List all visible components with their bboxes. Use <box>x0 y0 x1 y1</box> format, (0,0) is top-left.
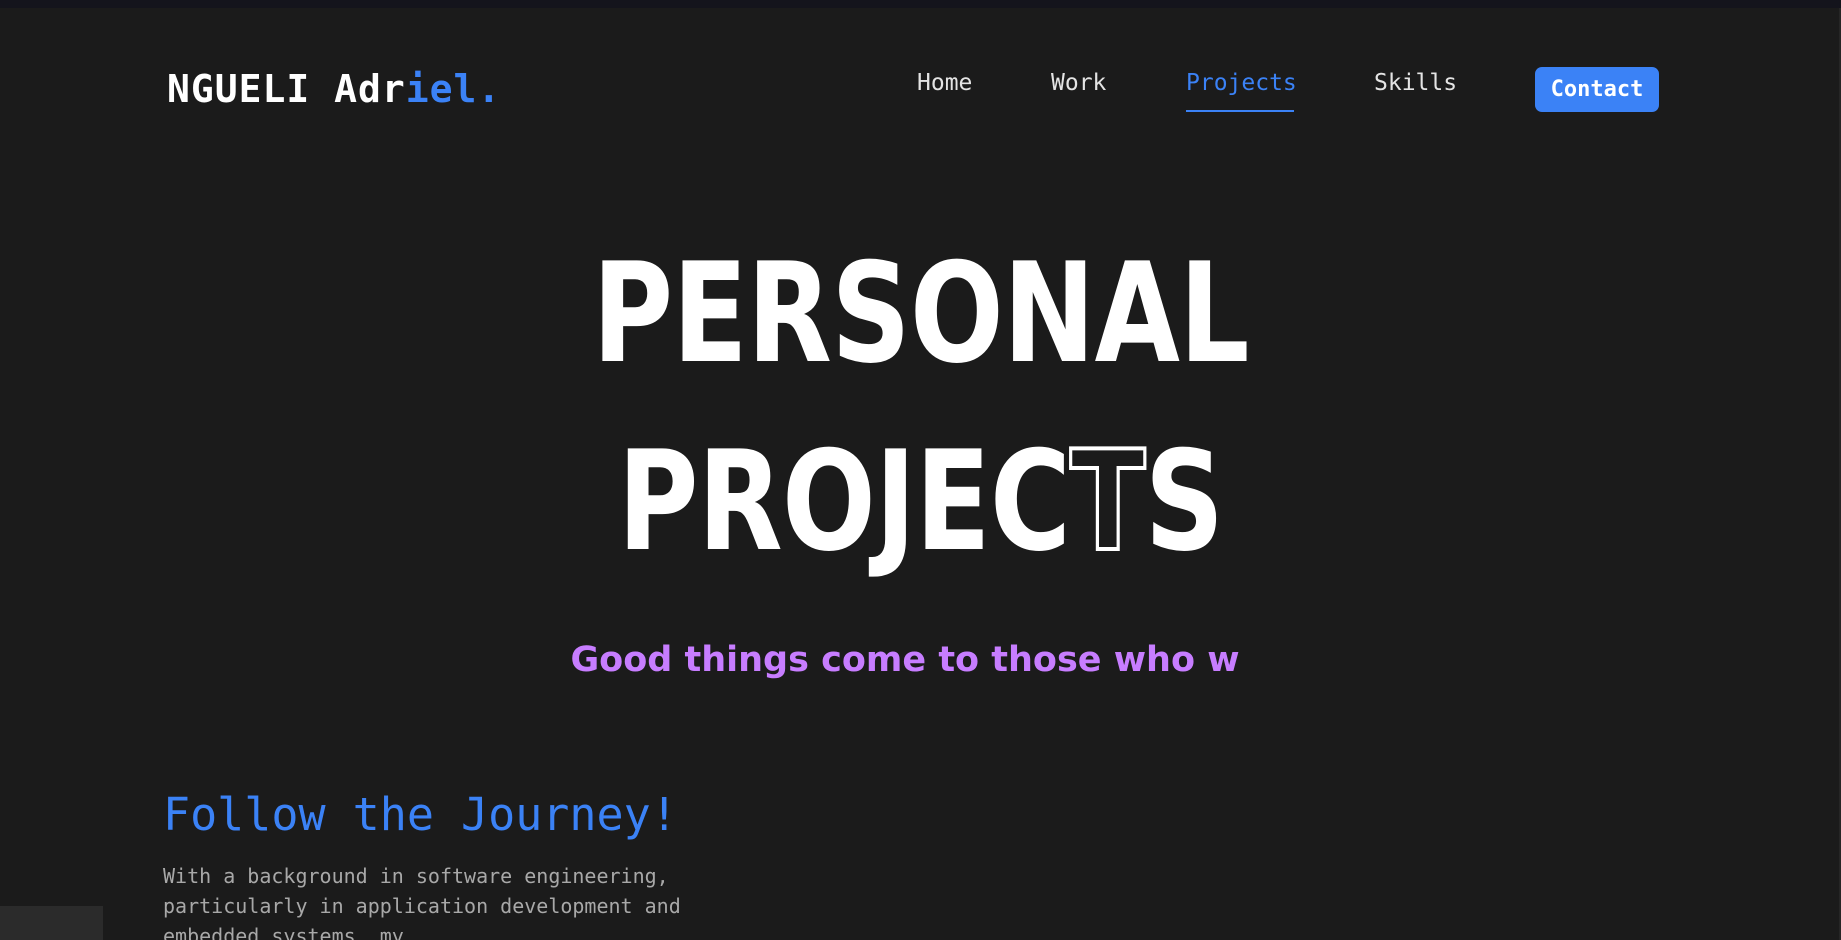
nav-home-link[interactable]: Home <box>917 72 972 95</box>
hero-title-outlined-letter: T <box>1069 421 1148 582</box>
journey-description: With a background in software engineerin… <box>163 864 681 940</box>
hero-tagline: Good things come to those who w <box>570 640 1240 680</box>
nav-work-link[interactable]: Work <box>1051 72 1106 95</box>
floating-widget[interactable] <box>0 906 103 940</box>
hero-title-word-end: S <box>1144 421 1225 582</box>
site-header: NGUELI Adriel. Home Work Projects Skills… <box>0 8 1841 168</box>
journey-title: Follow the Journey! <box>163 788 678 841</box>
logo-name-part: NGUELI Adr <box>167 67 406 111</box>
hero-title-line-2: PROJECTS <box>184 431 1657 573</box>
browser-top-strip <box>0 0 1841 8</box>
nav-skills-link[interactable]: Skills <box>1374 72 1457 95</box>
nav-projects-link[interactable]: Projects <box>1186 72 1297 95</box>
logo-accent-part: iel. <box>405 67 502 111</box>
contact-button[interactable]: Contact <box>1535 67 1659 112</box>
hero-title-line-1: PERSONAL <box>592 233 1249 394</box>
site-logo[interactable]: NGUELI Adriel. <box>167 70 501 108</box>
hero-title-word-part: PROJEC <box>617 421 1071 582</box>
active-nav-underline <box>1186 110 1294 112</box>
